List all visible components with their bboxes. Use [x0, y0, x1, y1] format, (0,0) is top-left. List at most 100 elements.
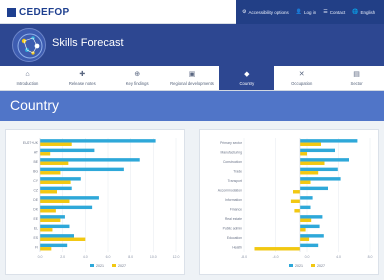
nav-label: Sector — [350, 80, 363, 86]
bar-2027[interactable] — [40, 180, 71, 184]
category-label: CZ — [33, 188, 38, 192]
bar-2021[interactable] — [300, 148, 335, 153]
chart-panel-left: 0.0 2.0 4.0 6.0 8.0 10.0 12.0 EU27+UK AT BE BG CY CZ… — [5, 129, 185, 275]
bar-2027[interactable] — [40, 247, 52, 251]
nav-introduction[interactable]: ⌂ Introduction — [0, 66, 55, 90]
bar-2021[interactable] — [300, 177, 341, 181]
legend-swatch — [289, 264, 293, 267]
bar-chart-left: 0.0 2.0 4.0 6.0 8.0 10.0 12.0 EU27+UK AT BE BG CY CZ… — [23, 138, 180, 268]
nav-label: Regional developments — [170, 80, 214, 86]
category-label: Real estate — [225, 217, 242, 221]
bar-2021[interactable] — [40, 234, 74, 238]
bar-2021[interactable] — [300, 215, 323, 219]
x-tick-label: 10.0 — [150, 255, 157, 259]
bar-2021[interactable] — [300, 196, 313, 200]
building-icon: ▤ — [353, 70, 360, 78]
bar-2021[interactable] — [300, 139, 358, 143]
bar-2027[interactable] — [40, 209, 56, 213]
bar-2021[interactable] — [300, 186, 328, 191]
nav-country[interactable]: ◆ Country — [219, 66, 275, 90]
nav-occupation[interactable]: ✕ Occupation — [274, 66, 329, 90]
category-label: ES — [33, 236, 38, 240]
bar-2021[interactable] — [40, 177, 81, 181]
bar-2021[interactable] — [300, 167, 338, 172]
top-link-accessibility[interactable]: ⚙ Accessibility options — [242, 9, 289, 15]
category-label: Accommodation — [218, 188, 242, 192]
bar-2027[interactable] — [294, 209, 300, 213]
notes-icon: ✚ — [79, 70, 86, 78]
nav-label: Country — [239, 80, 255, 86]
bar-2021[interactable] — [40, 148, 95, 153]
tools-icon: ✕ — [298, 70, 305, 78]
nav-regional[interactable]: ▣ Regional developments — [165, 66, 220, 90]
bar-2027[interactable] — [300, 142, 321, 146]
top-link-login[interactable]: 👤 Log in — [296, 9, 317, 15]
bar-2027[interactable] — [300, 161, 325, 165]
bar-2027[interactable] — [40, 152, 51, 156]
bar-2027[interactable] — [300, 228, 306, 232]
nav-key-findings[interactable]: ⊕ Key findings — [110, 66, 165, 90]
bar-2021[interactable] — [40, 196, 99, 200]
bar-2027[interactable] — [300, 218, 312, 222]
top-link-contact[interactable]: ☰ Contact — [323, 9, 345, 15]
chart-panel-right: -8.0 -4.0 0.0 4.0 8.0 Primary sector Manufactu… — [199, 129, 379, 275]
bar-2027[interactable] — [40, 171, 61, 175]
bar-2027[interactable] — [300, 237, 310, 241]
bar-2021[interactable] — [40, 215, 65, 219]
category-label: DE — [33, 198, 38, 202]
category-label: Health — [232, 245, 242, 249]
nav-label: Release notes — [68, 80, 96, 86]
skills-forecast-logo-icon[interactable] — [12, 28, 46, 62]
cedefop-logo[interactable]: CEDEFOP — [7, 6, 69, 18]
bar-2021[interactable] — [300, 205, 311, 210]
bar-2021[interactable] — [40, 158, 140, 162]
bar-2021[interactable] — [40, 186, 72, 191]
x-tick-label: 0.0 — [305, 255, 310, 259]
accessibility-icon: ⚙ — [242, 9, 247, 15]
logo-text: CEDEFOP — [19, 6, 70, 18]
bar-2021[interactable] — [40, 224, 70, 229]
bar-2021[interactable] — [300, 224, 320, 229]
nav-sector[interactable]: ▤ Sector — [329, 66, 384, 90]
bar-2021[interactable] — [40, 243, 68, 248]
category-label: BG — [33, 169, 38, 173]
bar-2027[interactable] — [40, 199, 70, 203]
legend-label: 2027 — [118, 264, 126, 268]
category-label: FI — [35, 245, 38, 249]
bar-2021[interactable] — [300, 243, 319, 248]
category-label: Construction — [223, 160, 242, 164]
bar-2027[interactable] — [254, 247, 301, 251]
bar-2027[interactable] — [300, 180, 311, 184]
legend-label: 2021 — [96, 264, 104, 268]
bar-2027[interactable] — [40, 161, 69, 165]
bar-2021[interactable] — [40, 205, 93, 210]
bar-chart-right: -8.0 -4.0 0.0 4.0 8.0 Primary sector Manufactu… — [218, 138, 372, 268]
main-nav: ⌂ Introduction ✚ Release notes ⊕ Key findin… — [0, 66, 384, 91]
bar-2021[interactable] — [300, 158, 349, 162]
bar-2027[interactable] — [40, 237, 86, 241]
bar-2021[interactable] — [300, 234, 324, 238]
x-tick-label: 0.0 — [38, 255, 43, 259]
category-label: Manufacturing — [221, 150, 243, 154]
category-label: Transport — [228, 179, 242, 183]
bar-2021[interactable] — [40, 167, 124, 172]
bar-2027[interactable] — [40, 228, 53, 232]
legend-label: 2021 — [295, 264, 303, 268]
category-label: BE — [33, 160, 38, 164]
bar-2027[interactable] — [300, 152, 307, 156]
bar-2027[interactable] — [293, 190, 300, 194]
top-link-language[interactable]: 🌐 English — [352, 9, 375, 15]
category-label: EU27+UK — [23, 141, 39, 145]
bar-2027[interactable] — [300, 171, 319, 175]
bar-2027[interactable] — [40, 218, 61, 222]
category-label: Trade — [233, 169, 242, 173]
category-label: Public admin — [223, 226, 243, 230]
bar-2027[interactable] — [290, 199, 300, 203]
bar-2027[interactable] — [40, 142, 72, 146]
bar-2021[interactable] — [40, 139, 156, 143]
nav-release-notes[interactable]: ✚ Release notes — [55, 66, 110, 90]
x-tick-label: 4.0 — [336, 255, 341, 259]
top-link-label: Accessibility options — [248, 9, 289, 15]
bar-2027[interactable] — [40, 190, 57, 194]
x-tick-label: 12.0 — [173, 255, 180, 259]
